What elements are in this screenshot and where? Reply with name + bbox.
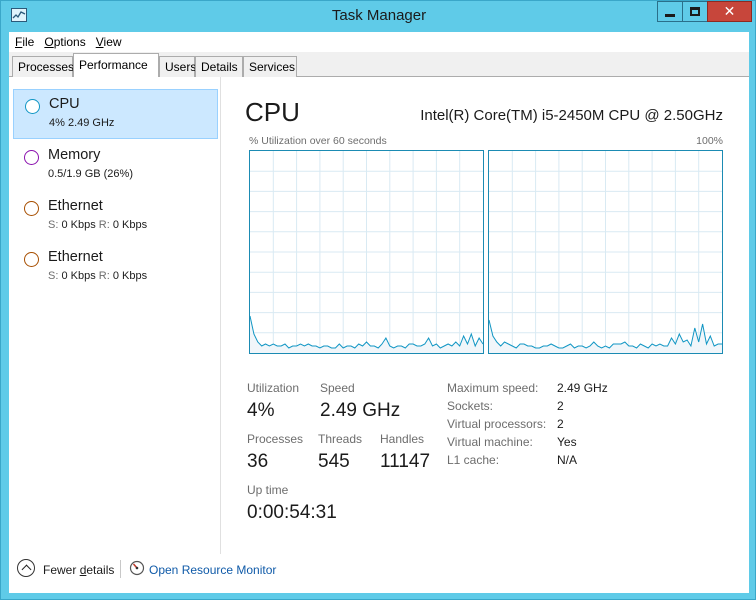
spec-value: N/A — [557, 453, 578, 467]
minimize-icon — [665, 14, 675, 17]
spec-label: Maximum speed: — [447, 381, 539, 395]
menu-file[interactable]: File — [15, 32, 40, 52]
cpu0-utilization-chart — [250, 151, 483, 353]
minimize-button[interactable] — [657, 1, 683, 22]
tab-users[interactable]: Users — [159, 56, 196, 77]
speed-value: 2.49 GHz — [320, 400, 401, 421]
footer-bar: Fewer details Open Resource Monitor — [9, 554, 749, 593]
spec-label: Sockets: — [447, 399, 494, 413]
memory-ring-icon — [24, 150, 39, 165]
spec-label: L1 cache: — [447, 453, 500, 467]
sidebar-item-label: CPU — [49, 96, 80, 112]
speed-label: Speed — [320, 381, 355, 395]
tab-processes[interactable]: Processes — [12, 56, 74, 77]
resource-monitor-icon[interactable] — [129, 560, 145, 576]
footer-divider — [120, 560, 121, 578]
menu-bar: File Options View — [9, 32, 749, 52]
processes-label: Processes — [247, 432, 304, 446]
resource-sidebar: CPU 4% 2.49 GHz Memory 0.5/1.9 GB (26%) … — [9, 77, 221, 554]
handles-value: 11147 — [380, 451, 431, 472]
spec-value: 2 — [557, 417, 564, 431]
sidebar-item-detail: 0.5/1.9 GB (26%) — [48, 168, 133, 180]
sidebar-item-ethernet-2[interactable]: Ethernet S: 0 Kbps R: 0 Kbps — [13, 243, 218, 293]
threads-value: 545 — [318, 451, 350, 472]
maximize-button[interactable] — [682, 1, 708, 22]
utilization-label: Utilization — [247, 381, 300, 395]
sidebar-item-detail: S: 0 Kbps R: 0 Kbps — [48, 270, 148, 282]
sidebar-item-label: Ethernet — [48, 249, 103, 265]
spec-value: 2 — [557, 399, 564, 413]
sidebar-item-detail: S: 0 Kbps R: 0 Kbps — [48, 219, 148, 231]
ethernet-ring-icon — [24, 252, 39, 267]
close-icon: ✕ — [723, 3, 736, 20]
tab-details[interactable]: Details — [195, 56, 243, 77]
sidebar-item-label: Memory — [48, 147, 101, 163]
cpu1-utilization-graph[interactable] — [488, 150, 723, 354]
performance-panel: CPU 4% 2.49 GHz Memory 0.5/1.9 GB (26%) … — [9, 77, 749, 554]
sidebar-item-cpu[interactable]: CPU 4% 2.49 GHz — [13, 89, 218, 139]
page-title: CPU — [245, 97, 300, 127]
sidebar-item-detail: 4% 2.49 GHz — [49, 117, 115, 129]
client-area: File Options View Processes Performance … — [9, 32, 749, 593]
sidebar-item-label: Ethernet — [48, 198, 103, 214]
tab-services[interactable]: Services — [243, 56, 297, 77]
uptime-value: 0:00:54:31 — [247, 502, 337, 523]
cpu-model-name: Intel(R) Core(TM) i5-2450M CPU @ 2.50GHz — [420, 107, 723, 124]
chevron-up-circle-icon[interactable] — [17, 559, 35, 577]
graph-caption: % Utilization over 60 seconds — [249, 135, 387, 147]
tab-strip: Processes Performance Users Details Serv… — [9, 52, 749, 78]
window-title: Task Manager — [331, 7, 427, 24]
spec-value: 2.49 GHz — [557, 381, 608, 395]
title-bar[interactable]: Task Manager ✕ — [1, 1, 756, 31]
maximize-icon — [690, 7, 700, 16]
handles-label: Handles — [380, 432, 425, 446]
graph-max-label: 100% — [696, 135, 723, 147]
sidebar-item-memory[interactable]: Memory 0.5/1.9 GB (26%) — [13, 141, 218, 191]
fewer-details-button[interactable]: Fewer details — [43, 563, 114, 577]
task-manager-window: Task Manager ✕ File Options View Process… — [0, 0, 756, 600]
tab-performance[interactable]: Performance — [73, 53, 159, 78]
threads-label: Threads — [318, 432, 363, 446]
close-button[interactable]: ✕ — [707, 1, 752, 22]
utilization-value: 4% — [247, 400, 275, 421]
menu-options[interactable]: Options — [44, 32, 91, 52]
uptime-label: Up time — [247, 483, 289, 497]
ethernet-ring-icon — [24, 201, 39, 216]
sidebar-item-ethernet-1[interactable]: Ethernet S: 0 Kbps R: 0 Kbps — [13, 192, 218, 242]
open-resource-monitor-link[interactable]: Open Resource Monitor — [149, 563, 276, 577]
cpu-ring-icon — [25, 99, 40, 114]
processes-value: 36 — [247, 451, 269, 472]
spec-value: Yes — [557, 435, 577, 449]
spec-label: Virtual machine: — [447, 435, 533, 449]
spec-label: Virtual processors: — [447, 417, 547, 431]
cpu0-utilization-graph[interactable] — [249, 150, 484, 354]
menu-view[interactable]: View — [96, 32, 128, 52]
cpu1-utilization-chart — [489, 151, 722, 353]
cpu-detail-pane: CPU Intel(R) Core(TM) i5-2450M CPU @ 2.5… — [221, 77, 749, 554]
